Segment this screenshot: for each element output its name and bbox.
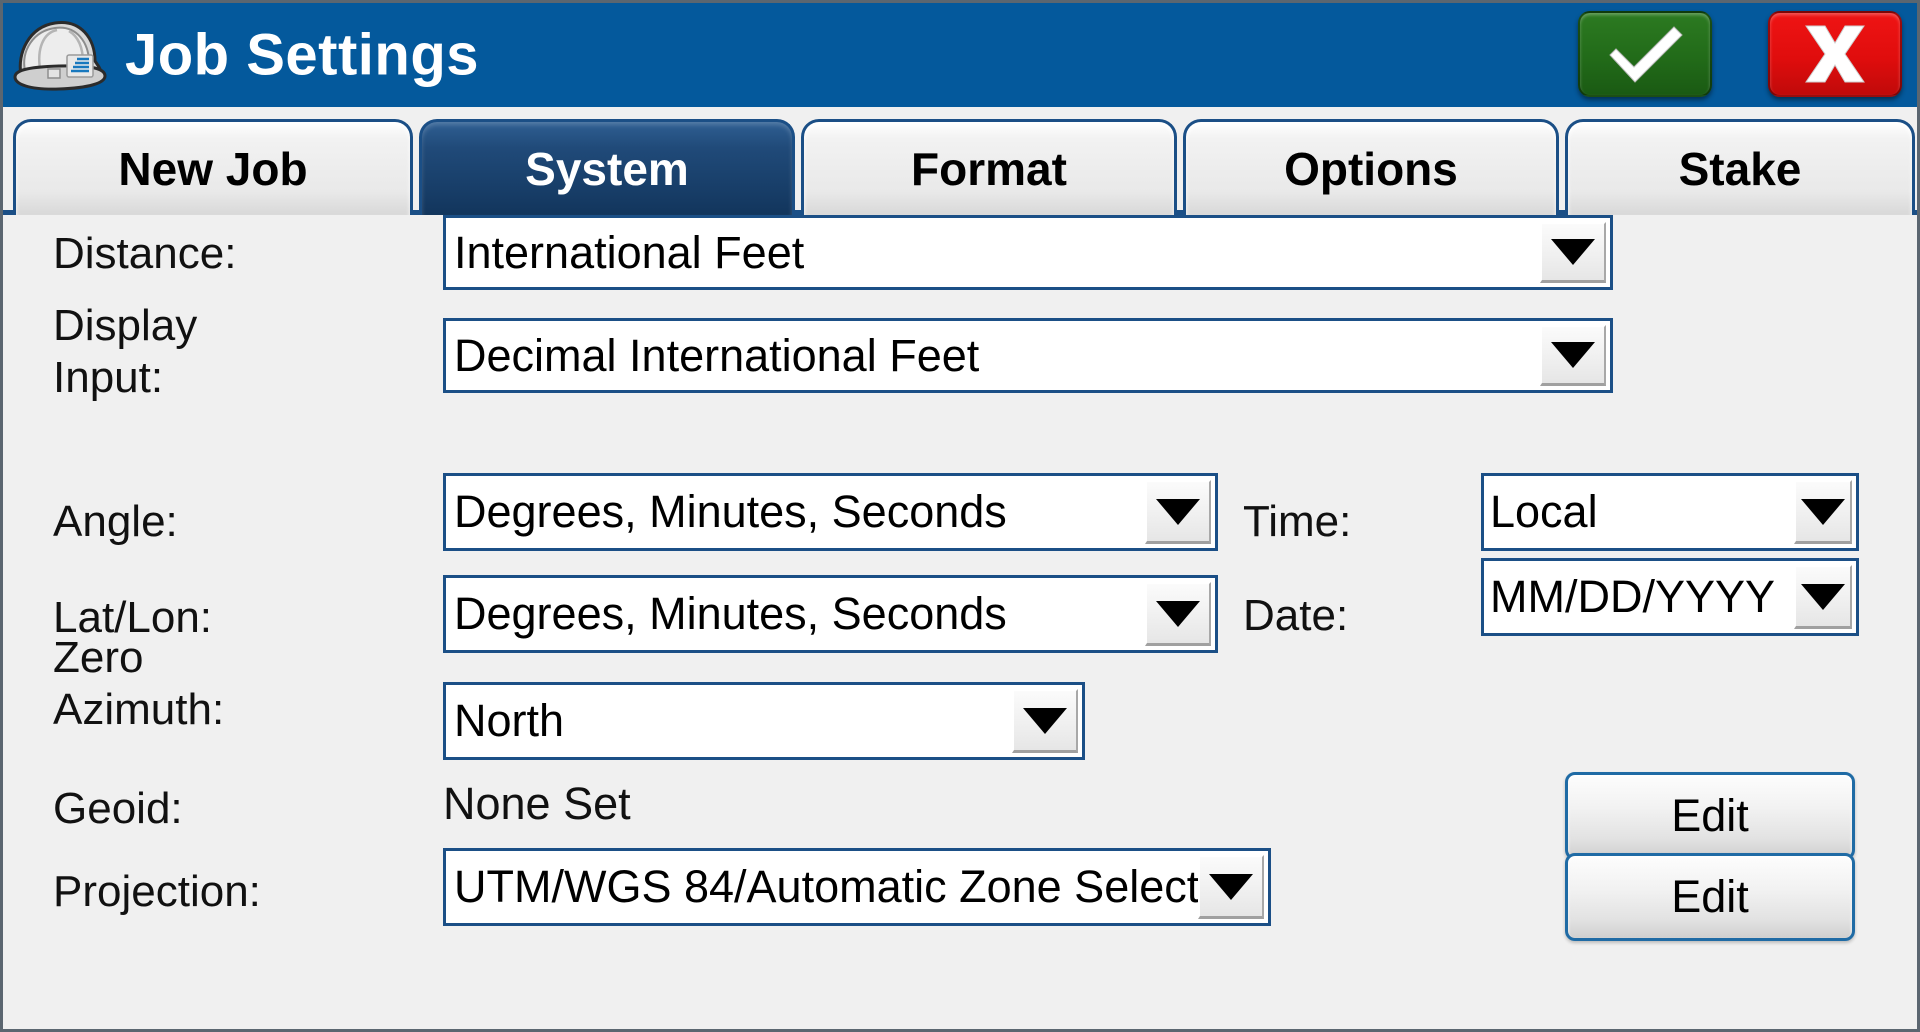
- time-value: Local: [1490, 486, 1598, 537]
- page-title: Job Settings: [125, 22, 480, 88]
- geoid-label: Geoid:: [53, 784, 183, 833]
- zero-azimuth-value: North: [454, 695, 565, 746]
- chevron-down-icon[interactable]: [1198, 855, 1264, 919]
- angle-value: Degrees, Minutes, Seconds: [454, 486, 1007, 537]
- latlon-dropdown[interactable]: Degrees, Minutes, Seconds: [443, 575, 1218, 653]
- job-settings-window: Job Settings New Job System Format Optio…: [0, 0, 1920, 1032]
- chevron-down-icon[interactable]: [1145, 582, 1211, 646]
- tab-format[interactable]: Format: [801, 119, 1177, 215]
- chevron-down-icon[interactable]: [1794, 480, 1852, 544]
- display-input-label: Display Input:: [53, 301, 198, 402]
- tab-label: System: [525, 142, 689, 195]
- date-value: MM/DD/YYYY: [1490, 571, 1776, 622]
- angle-label: Angle:: [53, 497, 178, 546]
- projection-value: UTM/WGS 84/Automatic Zone Selection: [454, 861, 1198, 912]
- chevron-down-icon[interactable]: [1540, 325, 1606, 386]
- edit-button-label: Edit: [1671, 871, 1749, 922]
- tab-label: Stake: [1678, 142, 1802, 195]
- close-x-icon: [1805, 25, 1865, 83]
- chevron-down-icon[interactable]: [1012, 689, 1078, 753]
- tab-bar: New Job System Format Options Stake: [3, 107, 1917, 215]
- geoid-value: None Set: [443, 778, 631, 829]
- cancel-button[interactable]: [1768, 11, 1902, 97]
- display-input-value: Decimal International Feet: [454, 329, 980, 381]
- distance-value: International Feet: [454, 226, 805, 278]
- distance-label: Distance:: [53, 229, 237, 278]
- chevron-down-icon[interactable]: [1540, 222, 1606, 283]
- tab-label: Format: [911, 142, 1067, 195]
- projection-dropdown[interactable]: UTM/WGS 84/Automatic Zone Selection: [443, 848, 1271, 926]
- date-dropdown[interactable]: MM/DD/YYYY: [1481, 558, 1859, 636]
- system-settings-panel: Distance: International Feet Display Inp…: [3, 215, 1917, 1029]
- time-label: Time:: [1243, 497, 1352, 546]
- title-bar: Job Settings: [3, 3, 1917, 107]
- edit-button-label: Edit: [1671, 790, 1749, 841]
- display-input-dropdown[interactable]: Decimal International Feet: [443, 318, 1613, 393]
- latlon-value: Degrees, Minutes, Seconds: [454, 588, 1007, 639]
- hard-hat-icon: [13, 21, 107, 91]
- time-dropdown[interactable]: Local: [1481, 473, 1859, 551]
- accept-button[interactable]: [1578, 11, 1712, 97]
- chevron-down-icon[interactable]: [1794, 565, 1852, 629]
- projection-label: Projection:: [53, 867, 261, 916]
- chevron-down-icon[interactable]: [1145, 480, 1211, 544]
- tab-options[interactable]: Options: [1183, 119, 1559, 215]
- date-label: Date:: [1243, 591, 1349, 640]
- projection-edit-button[interactable]: Edit: [1565, 853, 1855, 941]
- zero-azimuth-dropdown[interactable]: North: [443, 682, 1085, 760]
- zero-azimuth-label: Zero Azimuth:: [53, 633, 225, 734]
- tab-label: New Job: [118, 142, 308, 195]
- distance-dropdown[interactable]: International Feet: [443, 215, 1613, 290]
- checkmark-icon: [1609, 26, 1683, 83]
- tab-new-job[interactable]: New Job: [13, 119, 413, 215]
- tab-label: Options: [1284, 142, 1458, 195]
- tab-stake[interactable]: Stake: [1565, 119, 1915, 215]
- geoid-edit-button[interactable]: Edit: [1565, 772, 1855, 860]
- angle-dropdown[interactable]: Degrees, Minutes, Seconds: [443, 473, 1218, 551]
- tab-system[interactable]: System: [419, 119, 795, 215]
